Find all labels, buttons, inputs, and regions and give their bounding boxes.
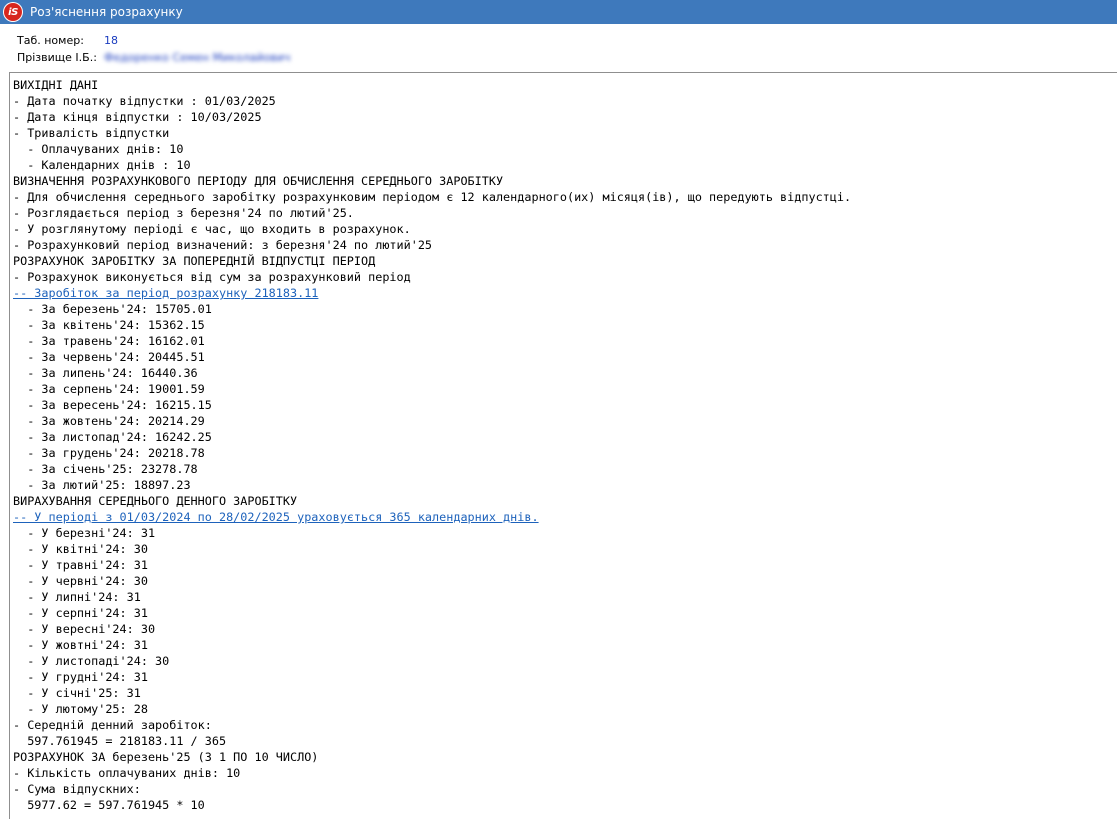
report-line: - За вересень'24: 16215.15 [13,398,212,412]
report-line: - У грудні'24: 31 [13,670,148,684]
report-line: ВИЗНАЧЕННЯ РОЗРАХУНКОВОГО ПЕРІОДУ ДЛЯ ОБ… [13,174,504,188]
report-line: - За жовтень'24: 20214.29 [13,414,205,428]
report-line: - У липні'24: 31 [13,590,141,604]
report-line: - У травні'24: 31 [13,558,148,572]
report-line: 597.761945 = 218183.11 / 365 [13,734,227,748]
employee-name-value: Федоренко Семен Миколайович [104,51,291,64]
tab-number-row: Таб. номер: 18 [17,34,118,47]
report-line: - За травень'24: 16162.01 [13,334,205,348]
explanation-lines: ВИХІДНІ ДАНІ - Дата початку відпустки : 0… [13,77,851,813]
app-logo-text: iS [4,3,22,21]
report-line: - За липень'24: 16440.36 [13,366,198,380]
report-link-line[interactable]: -- Заробіток за період розрахунку 218183… [13,285,851,301]
report-line: - У січні'25: 31 [13,686,141,700]
report-line: 5977.62 = 597.761945 * 10 [13,798,205,812]
report-line: - За березень'24: 15705.01 [13,302,212,316]
report-line: - У жовтні'24: 31 [13,638,148,652]
report-line: - У квітні'24: 30 [13,542,148,556]
report-line: - Дата кінця відпустки : 10/03/2025 [13,110,262,124]
explanation-text-area[interactable]: ВИХІДНІ ДАНІ - Дата початку відпустки : 0… [9,72,1117,819]
report-line: - За червень'24: 20445.51 [13,350,205,364]
report-line: - За лютий'25: 18897.23 [13,478,191,492]
employee-name-label: Прізвище І.Б.: [17,51,97,64]
title-bar: iS Роз'яснення розрахунку [0,0,1117,24]
report-line: - Календарних днів : 10 [13,158,191,172]
report-link-line[interactable]: -- У періоді з 01/03/2024 по 28/02/2025 … [13,509,851,525]
report-line: - У листопаді'24: 30 [13,654,170,668]
report-line: ВИРАХУВАННЯ СЕРЕДНЬОГО ДЕННОГО ЗАРОБІТКУ [13,494,298,508]
report-line: - За січень'25: 23278.78 [13,462,198,476]
report-line: - У лютому'25: 28 [13,702,148,716]
report-line: РОЗРАХУНОК ЗАРОБІТКУ ЗА ПОПЕРЕДНІЙ ВІДПУ… [13,254,376,268]
tab-number-value: 18 [104,34,118,47]
report-line: - Дата початку відпустки : 01/03/2025 [13,94,276,108]
tab-number-label: Таб. номер: [17,34,84,47]
report-line: - У вересні'24: 30 [13,622,156,636]
report-line: - За серпень'24: 19001.59 [13,382,205,396]
report-line: - Оплачуваних днів: 10 [13,142,184,156]
report-line: - Розрахунок виконується від сум за розр… [13,270,411,284]
employee-name-row: Прізвище І.Б.: Федоренко Семен Миколайов… [17,51,290,64]
report-line: - За листопад'24: 16242.25 [13,430,212,444]
report-line: - Кількість оплачуваних днів: 10 [13,766,241,780]
report-line: - Середній денний заробіток: [13,718,212,732]
report-line: - За квітень'24: 15362.15 [13,318,205,332]
report-line: - Розрахунковий період визначений: з бер… [13,238,433,252]
app-logo-icon: iS [3,2,23,22]
report-line: - У березні'24: 31 [13,526,156,540]
report-line: - За грудень'24: 20218.78 [13,446,205,460]
report-line: - Тривалість відпустки [13,126,170,140]
report-line: ВИХІДНІ ДАНІ [13,78,99,92]
report-line: - Розглядається період з березня'24 по л… [13,206,354,220]
report-line: - У розглянутому періоді є час, що входи… [13,222,411,236]
report-line: - У серпні'24: 31 [13,606,148,620]
report-line: - Сума відпускних: [13,782,141,796]
report-line: РОЗРАХУНОК ЗА березень'25 (З 1 ПО 10 ЧИС… [13,750,319,764]
report-line: - У червні'24: 30 [13,574,148,588]
window-title: Роз'яснення розрахунку [30,5,183,19]
report-line: - Для обчислення середнього заробітку ро… [13,190,852,204]
